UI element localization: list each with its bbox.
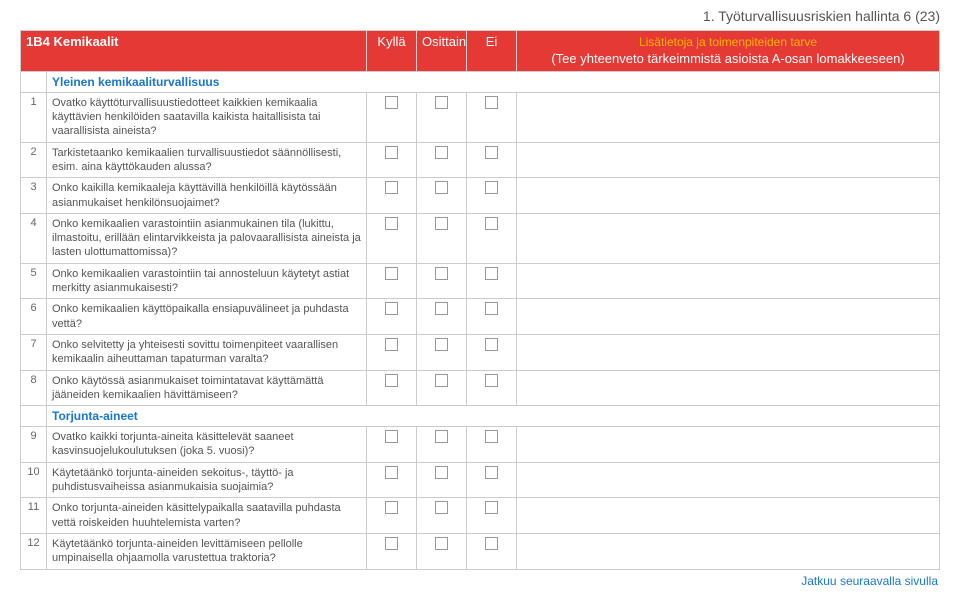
header-code: 1B4 xyxy=(26,34,50,49)
checkbox-partly[interactable] xyxy=(435,537,448,550)
checkbox-yes[interactable] xyxy=(385,96,398,109)
row-number: 5 xyxy=(21,263,47,299)
row-number: 2 xyxy=(21,142,47,178)
checkbox-no[interactable] xyxy=(485,501,498,514)
col-partly: Osittain xyxy=(417,31,467,72)
checkbox-no[interactable] xyxy=(485,181,498,194)
checkbox-no[interactable] xyxy=(485,217,498,230)
table-row: 2Tarkistetaanko kemikaalien turvallisuus… xyxy=(21,142,940,178)
row-number: 9 xyxy=(21,427,47,463)
checkbox-partly[interactable] xyxy=(435,338,448,351)
checkbox-yes[interactable] xyxy=(385,267,398,280)
question-text: Onko kemikaalien käyttöpaikalla ensiapuv… xyxy=(47,299,367,335)
table-row: 6Onko kemikaalien käyttöpaikalla ensiapu… xyxy=(21,299,940,335)
section-label: Torjunta-aineet xyxy=(47,406,940,427)
table-row: 7Onko selvitetty ja yhteisesti sovittu t… xyxy=(21,334,940,370)
checkbox-partly[interactable] xyxy=(435,466,448,479)
section-num-empty xyxy=(21,71,47,92)
footer-continue: Jatkuu seuraavalla sivulla xyxy=(20,570,940,588)
section-label: Yleinen kemikaaliturvallisuus xyxy=(47,71,940,92)
table-row: 8Onko käytössä asianmukaiset toimintatav… xyxy=(21,370,940,406)
checkbox-no[interactable] xyxy=(485,96,498,109)
table-row: 4Onko kemikaalien varastointiin asianmuk… xyxy=(21,213,940,263)
notes-cell[interactable] xyxy=(517,263,940,299)
checkbox-no[interactable] xyxy=(485,430,498,443)
checkbox-yes[interactable] xyxy=(385,146,398,159)
question-text: Onko kemikaalien varastointiin asianmuka… xyxy=(47,213,367,263)
table-row: 10Käytetäänkö torjunta-aineiden sekoitus… xyxy=(21,462,940,498)
header-note: Lisätietoja ja toimenpiteiden tarve(Tee … xyxy=(517,31,940,72)
row-number: 4 xyxy=(21,213,47,263)
checkbox-no[interactable] xyxy=(485,537,498,550)
checkbox-partly[interactable] xyxy=(435,146,448,159)
checklist-table: 1B4 KemikaalitKylläOsittainEiLisätietoja… xyxy=(20,30,940,570)
question-text: Onko torjunta-aineiden käsittelypaikalla… xyxy=(47,498,367,534)
section-num-empty xyxy=(21,406,47,427)
notes-cell[interactable] xyxy=(517,213,940,263)
notes-cell[interactable] xyxy=(517,533,940,569)
checkbox-partly[interactable] xyxy=(435,217,448,230)
notes-cell[interactable] xyxy=(517,299,940,335)
notes-cell[interactable] xyxy=(517,178,940,214)
table-row: 11Onko torjunta-aineiden käsittelypaikal… xyxy=(21,498,940,534)
notes-cell[interactable] xyxy=(517,370,940,406)
question-text: Käytetäänkö torjunta-aineiden levittämis… xyxy=(47,533,367,569)
notes-cell[interactable] xyxy=(517,142,940,178)
checkbox-no[interactable] xyxy=(485,267,498,280)
header-title-cell: 1B4 Kemikaalit xyxy=(21,31,367,72)
notes-cell[interactable] xyxy=(517,427,940,463)
checkbox-no[interactable] xyxy=(485,338,498,351)
row-number: 10 xyxy=(21,462,47,498)
checkbox-yes[interactable] xyxy=(385,430,398,443)
row-number: 6 xyxy=(21,299,47,335)
checkbox-partly[interactable] xyxy=(435,181,448,194)
checkbox-partly[interactable] xyxy=(435,267,448,280)
table-row: 1Ovatko käyttöturvallisuustiedotteet kai… xyxy=(21,92,940,142)
question-text: Tarkistetaanko kemikaalien turvallisuust… xyxy=(47,142,367,178)
col-no: Ei xyxy=(467,31,517,72)
question-text: Onko kemikaalien varastointiin tai annos… xyxy=(47,263,367,299)
notes-cell[interactable] xyxy=(517,92,940,142)
notes-cell[interactable] xyxy=(517,334,940,370)
checkbox-yes[interactable] xyxy=(385,302,398,315)
question-text: Onko kaikilla kemikaaleja käyttävillä he… xyxy=(47,178,367,214)
checkbox-no[interactable] xyxy=(485,302,498,315)
checkbox-yes[interactable] xyxy=(385,374,398,387)
question-text: Ovatko kaikki torjunta-aineita käsittele… xyxy=(47,427,367,463)
page-title: 1. Työturvallisuusriskien hallinta 6 (23… xyxy=(20,8,940,24)
checkbox-partly[interactable] xyxy=(435,430,448,443)
checkbox-no[interactable] xyxy=(485,466,498,479)
question-text: Onko käytössä asianmukaiset toimintatava… xyxy=(47,370,367,406)
question-text: Käytetäänkö torjunta-aineiden sekoitus-,… xyxy=(47,462,367,498)
checkbox-yes[interactable] xyxy=(385,181,398,194)
question-text: Onko selvitetty ja yhteisesti sovittu to… xyxy=(47,334,367,370)
checkbox-partly[interactable] xyxy=(435,501,448,514)
col-yes: Kyllä xyxy=(367,31,417,72)
table-row: 9Ovatko kaikki torjunta-aineita käsittel… xyxy=(21,427,940,463)
checkbox-yes[interactable] xyxy=(385,537,398,550)
checkbox-partly[interactable] xyxy=(435,374,448,387)
checkbox-partly[interactable] xyxy=(435,302,448,315)
checkbox-yes[interactable] xyxy=(385,466,398,479)
table-row: 3Onko kaikilla kemikaaleja käyttävillä h… xyxy=(21,178,940,214)
notes-cell[interactable] xyxy=(517,498,940,534)
row-number: 11 xyxy=(21,498,47,534)
checkbox-no[interactable] xyxy=(485,374,498,387)
row-number: 1 xyxy=(21,92,47,142)
table-row: 12Käytetäänkö torjunta-aineiden levittäm… xyxy=(21,533,940,569)
checkbox-no[interactable] xyxy=(485,146,498,159)
row-number: 12 xyxy=(21,533,47,569)
checkbox-partly[interactable] xyxy=(435,96,448,109)
row-number: 7 xyxy=(21,334,47,370)
notes-cell[interactable] xyxy=(517,462,940,498)
checkbox-yes[interactable] xyxy=(385,217,398,230)
checkbox-yes[interactable] xyxy=(385,501,398,514)
table-row: 5Onko kemikaalien varastointiin tai anno… xyxy=(21,263,940,299)
question-text: Ovatko käyttöturvallisuustiedotteet kaik… xyxy=(47,92,367,142)
row-number: 8 xyxy=(21,370,47,406)
checkbox-yes[interactable] xyxy=(385,338,398,351)
header-title: Kemikaalit xyxy=(53,34,118,49)
row-number: 3 xyxy=(21,178,47,214)
